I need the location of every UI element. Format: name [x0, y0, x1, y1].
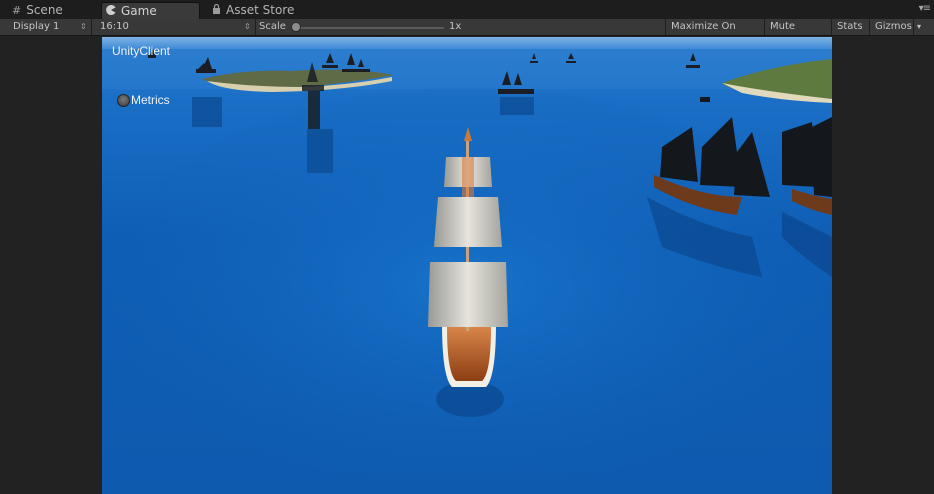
gizmos-toggle[interactable]: Gizmos [870, 19, 914, 35]
display-dropdown-label: Display 1 [13, 21, 60, 32]
metrics-toggle-icon[interactable] [117, 94, 130, 107]
ocean-scene-image [102, 37, 832, 487]
aspect-dropdown[interactable]: 16:10 ⇕ [92, 19, 256, 35]
unity-client-label: UnityClient [112, 44, 171, 58]
tab-options-menu-icon[interactable]: ▾≡ [919, 3, 931, 14]
dropdown-arrows-icon: ⇕ [244, 22, 251, 31]
metrics-label[interactable]: Metrics [131, 93, 170, 107]
aspect-dropdown-label: 16:10 [100, 21, 129, 32]
mute-audio-toggle[interactable]: Mute Audio [765, 19, 832, 48]
tab-game[interactable]: Game [101, 2, 200, 19]
tab-asset-store[interactable]: Asset Store [208, 2, 328, 19]
tab-game-label: Game [121, 4, 157, 18]
editor-tab-bar: # Scene Game Asset Store ▾≡ [0, 0, 934, 19]
tab-scene[interactable]: # Scene [8, 2, 98, 19]
scale-slider-thumb[interactable] [291, 22, 301, 32]
scale-value: 1x [444, 19, 666, 35]
stats-toggle[interactable]: Stats [832, 19, 870, 35]
dropdown-arrows-icon: ⇕ [80, 22, 87, 31]
scale-slider-track[interactable] [296, 27, 444, 29]
tab-asset-store-label: Asset Store [226, 3, 295, 17]
unity-editor-game-view: # Scene Game Asset Store ▾≡ Display 1 ⇕ 1… [0, 0, 934, 494]
game-view-toolbar: Display 1 ⇕ 16:10 ⇕ Scale 1x Maximize On… [0, 19, 934, 48]
scale-label: Scale [259, 21, 286, 32]
gizmos-dropdown-arrow-icon[interactable]: ▾ [914, 19, 928, 35]
maximize-on-play-toggle[interactable]: Maximize On Play [666, 19, 765, 48]
display-dropdown[interactable]: Display 1 ⇕ [0, 19, 92, 35]
pacman-icon [106, 3, 116, 20]
grid-icon: # [12, 4, 22, 17]
tab-scene-label: Scene [26, 3, 63, 17]
lock-icon [212, 2, 221, 19]
game-viewport[interactable]: UnityClient Metrics [102, 37, 832, 494]
